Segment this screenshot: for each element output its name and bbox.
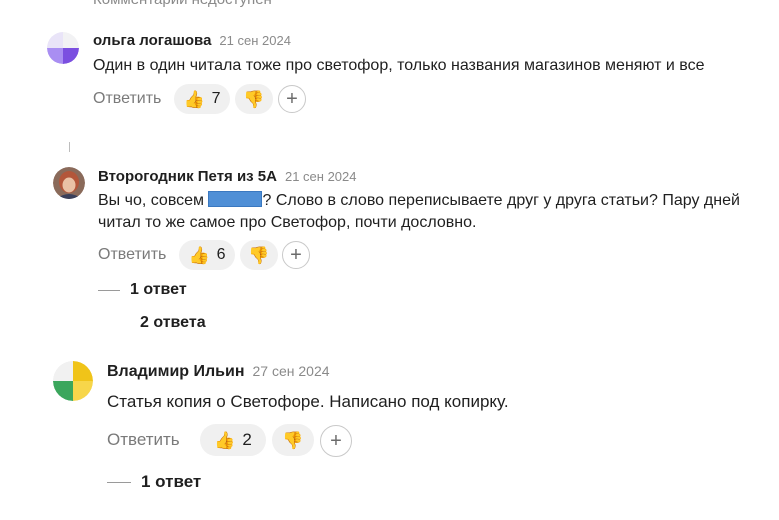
like-button[interactable]: 👍 7 [174,84,230,114]
thumbs-down-icon: 👎 [282,430,304,450]
avatar-photo [53,167,85,199]
comment-text: Вы чо, совсем ? Слово в слово переписыва… [98,190,763,234]
thumbs-up-icon: 👍 [183,89,205,109]
author-name[interactable]: ольга логашова [93,32,211,49]
dislike-button[interactable]: 👎 [240,240,278,270]
reply-button[interactable]: Ответить [98,246,166,264]
comment-text: Статья копия о Светофоре. Написано под к… [107,392,509,411]
replies-count: 1 ответ [130,281,187,298]
thread-line [69,142,70,152]
thumbs-up-icon: 👍 [214,430,236,450]
comment-header: ольга логашова 21 сен 2024 [93,32,291,50]
like-count: 7 [211,90,221,107]
avatar-image [53,361,93,401]
thumbs-up-icon: 👍 [188,245,210,265]
thumbs-down-icon: 👎 [243,89,265,109]
avatar[interactable] [53,361,93,401]
like-button[interactable]: 👍 2 [200,424,266,456]
replies-dash [107,481,131,483]
comment-header: Владимир Ильин 27 сен 2024 [107,363,330,381]
replies-dash [98,289,120,291]
like-button[interactable]: 👍 6 [179,240,235,270]
comment-header: Второгодник Петя из 5А 21 сен 2024 [98,168,357,186]
clipped-comment-text: Комментарий недоступен [93,0,272,8]
add-reaction-button[interactable]: + [282,241,310,269]
add-reaction-button[interactable]: + [278,85,306,113]
clipped-replies-text: 2 ответа [140,314,206,331]
comment-date: 21 сен 2024 [219,33,291,48]
avatar-image [47,32,79,64]
dislike-button[interactable]: 👎 [235,84,273,114]
like-count: 2 [242,430,252,449]
replies-count: 1 ответ [141,472,202,491]
add-reaction-button[interactable]: + [320,425,352,457]
reply-button[interactable]: Ответить [107,430,180,450]
author-name[interactable]: Второгодник Петя из 5А [98,168,277,185]
author-name[interactable]: Владимир Ильин [107,363,245,380]
show-replies-button[interactable]: 1 ответ [107,472,201,492]
comment-text: Один в один читала тоже про светофор, то… [93,57,705,74]
comment-date: 21 сен 2024 [284,169,357,184]
avatar[interactable] [47,32,79,64]
comment-text-part-1: Вы чо, совсем [98,192,209,209]
show-replies-button[interactable]: 1 ответ [98,281,187,299]
thumbs-down-icon: 👎 [248,245,270,265]
like-count: 6 [216,246,226,263]
reply-button[interactable]: Ответить [93,90,161,108]
redacted-word [208,191,263,207]
avatar[interactable] [53,167,85,199]
dislike-button[interactable]: 👎 [272,424,314,456]
comment-date: 27 сен 2024 [252,363,330,379]
